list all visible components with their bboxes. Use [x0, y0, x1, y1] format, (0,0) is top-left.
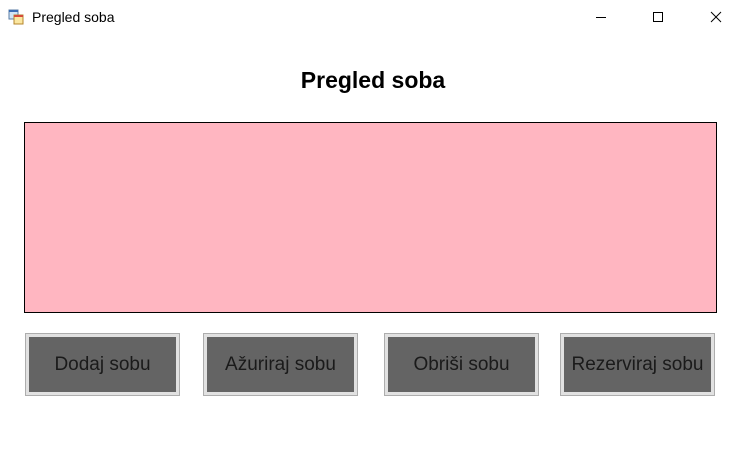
maximize-icon [652, 11, 664, 23]
page-title: Pregled soba [300, 67, 446, 93]
maximize-button[interactable] [635, 0, 681, 34]
close-icon [710, 11, 722, 23]
rooms-grid[interactable] [24, 122, 717, 313]
minimize-icon [595, 11, 607, 23]
reserve-room-button[interactable]: Rezerviraj sobu [560, 333, 715, 396]
minimize-button[interactable] [578, 0, 624, 34]
reserve-room-label: Rezerviraj sobu [564, 337, 711, 392]
add-room-button[interactable]: Dodaj sobu [25, 333, 180, 396]
title-bar: Pregled soba [0, 0, 746, 34]
update-room-label: Ažuriraj sobu [207, 337, 354, 392]
delete-room-button[interactable]: Obriši sobu [384, 333, 539, 396]
add-room-label: Dodaj sobu [29, 337, 176, 392]
window-title: Pregled soba [32, 9, 115, 25]
app-window-icon [8, 9, 24, 25]
update-room-button[interactable]: Ažuriraj sobu [203, 333, 358, 396]
close-button[interactable] [693, 0, 739, 34]
delete-room-label: Obriši sobu [388, 337, 535, 392]
